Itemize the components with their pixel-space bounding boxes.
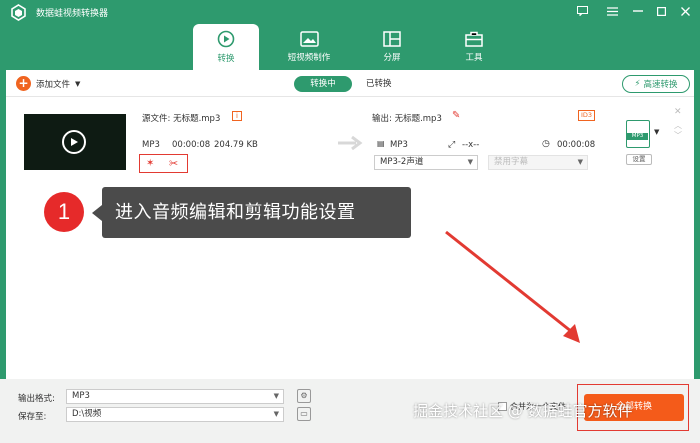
chevron-down-icon: ▼ bbox=[273, 410, 279, 418]
save-path-select[interactable]: D:\视频 ▼ bbox=[66, 407, 284, 422]
output-format-select[interactable]: MP3 ▼ bbox=[66, 389, 284, 404]
open-folder-icon[interactable]: ▭ bbox=[297, 407, 311, 421]
format-settings-icon[interactable]: ⚙ bbox=[297, 389, 311, 403]
chevron-down-icon: ▼ bbox=[273, 392, 279, 400]
output-format-label: 输出格式: bbox=[18, 394, 55, 404]
watermark: 掘金技术社区 @ 数据蛙官方软件 bbox=[413, 402, 633, 420]
output-format-select-value: MP3 bbox=[72, 391, 90, 401]
guide-arrow bbox=[445, 230, 580, 343]
save-to-label: 保存至: bbox=[18, 412, 47, 422]
save-path-value: D:\视频 bbox=[72, 409, 102, 419]
